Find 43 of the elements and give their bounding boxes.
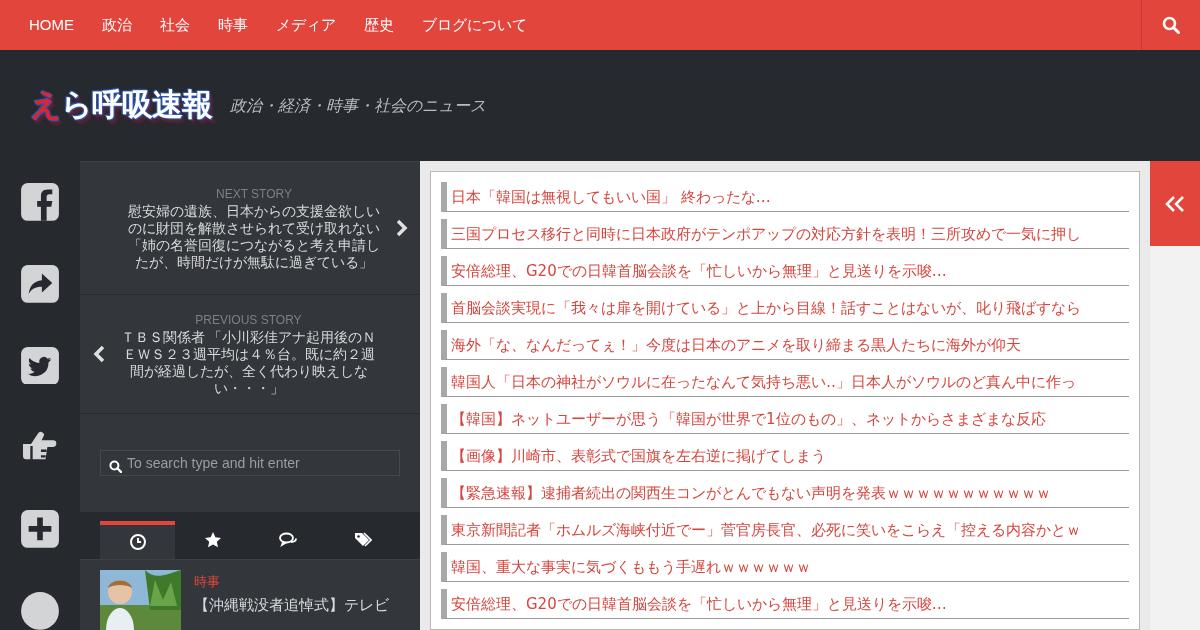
site-logo[interactable]: え ら呼吸速報 — [30, 82, 212, 129]
speech-bubbles-icon — [278, 531, 297, 549]
double-chevron-left-icon — [1164, 194, 1186, 213]
next-story-title: 慰安婦の遺族、日本からの支援金欲しいのに財団を解散させられて受け取れない「姉の名誉回復につながると考え申請したが、時間だけが無駄に過ぎている」 — [127, 203, 381, 272]
search-field[interactable]: To search type and hit enter — [100, 450, 400, 477]
headline-link[interactable]: 韓国人「日本の神社がソウルに在ったなんて気持ち悪い‥」日本人がソウルのど真ん中に作っ — [441, 367, 1129, 397]
search-icon — [1162, 16, 1180, 34]
headline-link[interactable]: 三国プロセス移行と同時に日本政府がテンポアップの対応方針を表明！三所攻めで一気に押し — [441, 219, 1129, 249]
site-tagline: 政治・経済・時事・社会のニュース — [230, 95, 486, 116]
headline-link[interactable]: 安倍総理、G20での日韓首脳会談を「忙しいから無理」と見送りを示唆… — [441, 256, 1129, 286]
plus-icon[interactable] — [19, 510, 61, 549]
headline-link[interactable]: 【韓国】ネットユーザーが思う「韓国が世界で1位のもの」、ネットからさまざまな反応 — [441, 404, 1129, 434]
twitter-icon[interactable] — [19, 346, 61, 385]
headline-link[interactable]: 日本「韓国は無視してもいい国」 終わったな… — [441, 182, 1129, 212]
previous-story-title: ＴＢＳ関係者 「小川彩佳アナ起用後のＮＥＷＳ２３週平均は４％台。既に約２週間が経過したが、全く代わり映えしない・・・」 — [119, 329, 378, 398]
nav-link[interactable]: メディア — [262, 13, 350, 37]
previous-story-label: PREVIOUS STORY — [195, 312, 302, 330]
circle-icon[interactable] — [19, 592, 61, 630]
next-story-label: NEXT STORY — [216, 186, 292, 204]
nav-link[interactable]: HOME — [15, 13, 88, 37]
nav-link[interactable]: ブログについて — [408, 13, 541, 37]
nav-link[interactable]: 歴史 — [350, 13, 408, 37]
headline-link[interactable]: 【緊急速報】逮捕者続出の関西生コンがとんでもない声明を発表ｗｗｗｗｗｗｗｗｗｗｗ — [441, 478, 1129, 508]
nav-link[interactable]: 政治 — [88, 13, 146, 37]
share-icon[interactable] — [19, 264, 61, 303]
headline-link[interactable]: 東京新聞記者「ホムルズ海峡付近でー」菅官房長官、必死に笑いをこらえ「控える内容かとｗ — [441, 515, 1129, 545]
chevron-left-icon — [93, 345, 105, 364]
headline-link[interactable]: 海外「な、なんだってぇ！」今度は日本のアニメを取り締まる黒人たちに海外が仰天 — [441, 330, 1129, 360]
clock-icon — [128, 533, 147, 551]
nav-link[interactable]: 社会 — [146, 13, 204, 37]
facebook-icon[interactable] — [19, 183, 61, 221]
headline-link[interactable]: 首脳会談実現に「我々は扉を開けている」と上から目線！話すことはないが、叱り飛ばすなら — [441, 293, 1129, 323]
post-title[interactable]: 【沖縄戦没者追悼式】テレビ — [194, 593, 389, 616]
chevron-right-icon — [396, 219, 408, 238]
star-icon — [203, 531, 222, 549]
nav-link[interactable]: 時事 — [204, 13, 262, 37]
sidebar-tab[interactable] — [100, 521, 175, 559]
headline-link[interactable]: 【画像】川崎市、表彰式で国旗を左右逆に掲げてしまう — [441, 441, 1129, 471]
post-category[interactable]: 時事 — [194, 572, 389, 592]
search-icon — [109, 460, 122, 474]
tags-icon — [353, 531, 372, 549]
headline-link[interactable]: 韓国、重大な事実に気づくももう手遅れｗｗｗｗｗｗ — [441, 552, 1129, 582]
headline-link[interactable]: 安倍総理、G20での日韓首脳会談を「忙しいから無理」と見送りを示唆… — [441, 589, 1129, 619]
